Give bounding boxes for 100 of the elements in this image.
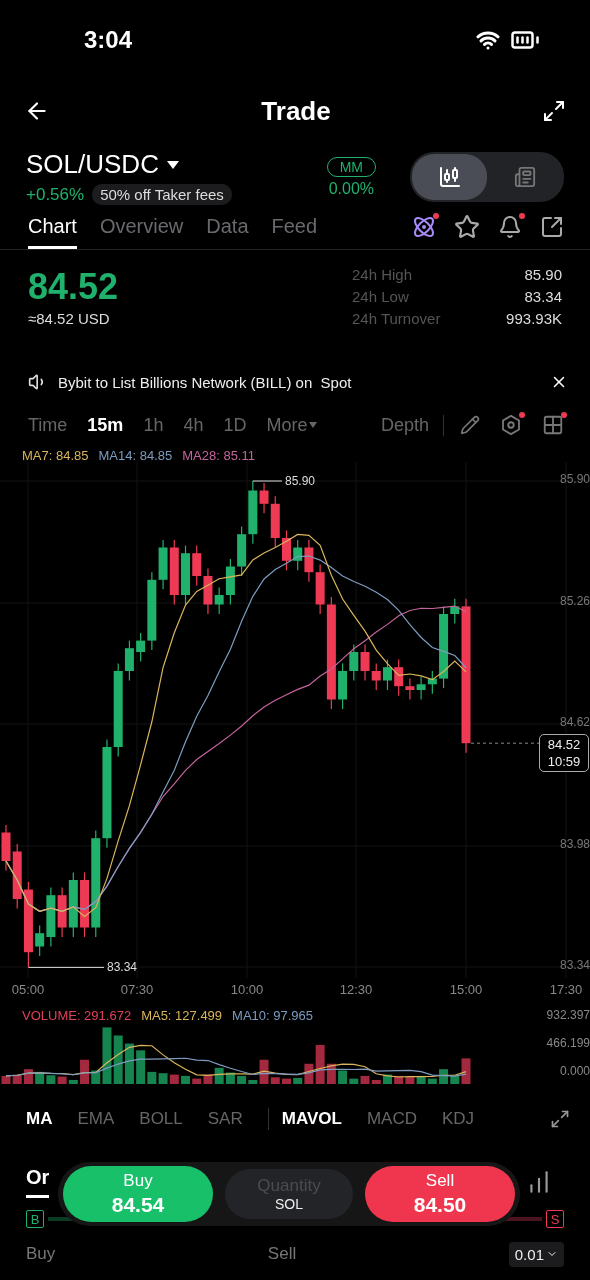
candle [349, 643, 359, 682]
volume-axis-label: 466.199 [546, 1036, 590, 1050]
column-header: Sell [267, 1244, 297, 1264]
atom-icon[interactable] [412, 214, 436, 239]
price-change: +0.56% [26, 184, 85, 205]
expand-button[interactable] [550, 1109, 570, 1129]
bell-icon[interactable] [498, 214, 522, 239]
candle [57, 887, 67, 938]
indicator-tab[interactable]: SAR [207, 1109, 243, 1129]
price-axis-label: 83.34 [559, 958, 590, 972]
hexagon-icon[interactable] [500, 414, 522, 436]
volume-bar [169, 1074, 179, 1084]
tab[interactable]: Overview [99, 214, 184, 249]
high-price-label: 85.90 [285, 474, 316, 488]
time-axis-label: 12:30 [339, 982, 373, 997]
ma-legend: MA7: 84.85 [22, 447, 89, 463]
volume-bar [113, 1035, 123, 1084]
pair-selector[interactable]: SOL/USDC [26, 149, 327, 180]
candle [237, 526, 247, 577]
step-dropdown[interactable]: 0.01 [508, 1241, 564, 1267]
volume-legend: VOLUME: 291.672 [22, 1008, 132, 1023]
time-axis-label: 05:00 [11, 982, 45, 997]
indicator-tab[interactable]: MAVOL [281, 1109, 342, 1129]
unit-label: SOL [275, 1196, 303, 1212]
tab[interactable]: Chart [28, 214, 77, 249]
sell-badge: S [546, 1210, 564, 1228]
timeframe-tab[interactable]: 1D [223, 414, 247, 436]
price-axis-label: 83.98 [559, 837, 590, 851]
time-axis-label: 10:00 [230, 982, 264, 997]
candle [304, 539, 314, 583]
timeframe-tab[interactable]: 1h [143, 414, 164, 436]
volume-bar [124, 1043, 134, 1084]
volume-legend: MA5: 127.499 [141, 1008, 223, 1023]
leader-line [470, 742, 541, 744]
timeframe-tab[interactable]: 15m [87, 414, 124, 436]
ma-legend: MA28: 85.11 [182, 447, 255, 463]
page-title: Trade [261, 95, 331, 127]
grid-icon[interactable] [542, 414, 564, 436]
pencil-icon[interactable] [460, 415, 480, 435]
column-header: Buy [26, 1244, 56, 1264]
indicator-tab[interactable]: KDJ [441, 1109, 475, 1129]
depth-tab[interactable]: Depth [380, 414, 444, 436]
timeframe-tab[interactable]: More [266, 414, 318, 436]
status-time: 3:04 [84, 26, 133, 54]
star-icon[interactable] [454, 213, 480, 240]
time-axis-label: 07:30 [120, 982, 154, 997]
indicator-tab[interactable]: MACD [366, 1109, 417, 1129]
tag-price: 84.52 [547, 736, 581, 754]
leader-line [252, 480, 283, 482]
indicator-tab[interactable]: EMA [77, 1109, 115, 1129]
indicator-tab[interactable]: BOLL [139, 1109, 183, 1129]
volume-bar [158, 1073, 168, 1084]
volume-bar [225, 1072, 235, 1084]
indicator-tab[interactable]: MA [26, 1109, 53, 1129]
candle [293, 539, 303, 571]
tab[interactable]: Data [206, 214, 249, 249]
candle [68, 871, 78, 938]
candlestick-icon [437, 165, 462, 189]
candle [169, 539, 179, 606]
timeframe-tab[interactable]: Time [28, 414, 68, 436]
tag-countdown: 10:59 [547, 753, 581, 771]
stat-label: 24h Low [352, 288, 410, 305]
announcement-text[interactable]: Bybit to List Billions Network (BILL) on Spot [58, 373, 540, 391]
candle [192, 545, 202, 587]
stat-value: 85.90 [523, 266, 562, 283]
volume-bar [1, 1075, 11, 1084]
promo-tag: 50% off Taker fees [92, 184, 232, 205]
buy-button[interactable]: Buy 84.54 [63, 1166, 213, 1222]
candle [382, 659, 392, 691]
candle [427, 670, 437, 695]
candle [371, 662, 381, 691]
document-icon [513, 166, 536, 188]
sell-button[interactable]: Sell 84.50 [365, 1166, 515, 1222]
last-price: 84.52 [28, 266, 119, 308]
timeframe-tab[interactable]: 4h [183, 414, 204, 436]
price-axis-label: 85.26 [559, 594, 590, 608]
ma-legend: MA14: 84.85 [98, 447, 173, 463]
share-icon[interactable] [540, 214, 564, 239]
stat-label: 24h Turnover [352, 310, 442, 327]
candle [181, 545, 190, 606]
price-axis-label: 84.62 [559, 715, 590, 729]
caret-icon [309, 422, 318, 428]
fullscreen-button[interactable] [542, 99, 566, 123]
volume-axis-label: 0.000 [559, 1064, 590, 1078]
volume-bar [394, 1075, 404, 1084]
candle [338, 662, 348, 710]
candle [282, 529, 291, 571]
candle [416, 676, 426, 701]
tab[interactable]: Feed [271, 214, 318, 249]
volume-bar [282, 1078, 291, 1084]
usd-price: ≈84.52 USD [28, 310, 111, 327]
buy-badge: B [26, 1210, 44, 1228]
time-axis-label: 15:00 [449, 982, 483, 997]
candle [360, 643, 370, 682]
candle [12, 843, 22, 910]
candlestick-view-button[interactable] [412, 154, 487, 200]
low-price-label: 83.34 [107, 960, 138, 975]
volume-bar [181, 1075, 190, 1084]
stat-label: 24h High [352, 266, 414, 283]
order-tab[interactable]: Or [26, 1166, 50, 1198]
